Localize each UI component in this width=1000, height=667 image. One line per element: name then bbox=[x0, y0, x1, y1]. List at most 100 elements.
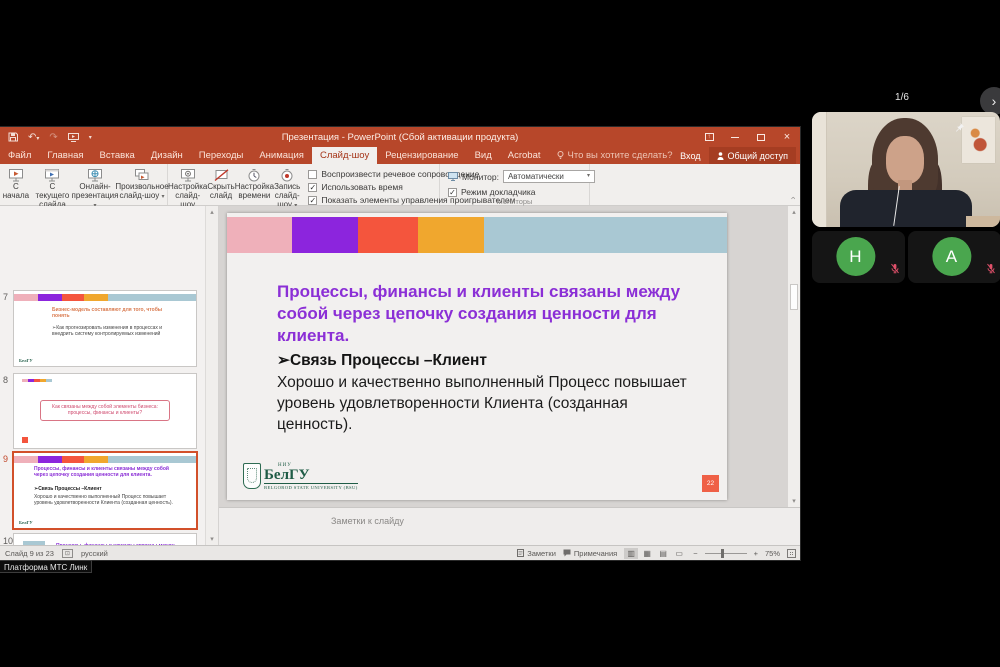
setup-slideshow-button[interactable]: Настройка слайд-шоу bbox=[168, 166, 207, 210]
language-indicator[interactable]: русский bbox=[81, 549, 108, 558]
belgu-logo: НИУ БелГУ BELGOROD STATE UNIVERSITY (BSU… bbox=[243, 463, 358, 490]
quick-access-toolbar: ↶▾ ↷ ▾ bbox=[0, 132, 92, 143]
speaker-video-tile[interactable] bbox=[812, 112, 1000, 227]
from-current-slide-button[interactable]: С текущего слайда bbox=[32, 166, 73, 210]
tab-design[interactable]: Дизайн bbox=[143, 147, 191, 164]
avatar: H bbox=[836, 237, 875, 276]
tab-home[interactable]: Главная bbox=[39, 147, 91, 164]
close-button[interactable]: × bbox=[774, 127, 800, 147]
slide-heading: ➢Связь Процессы –Клиент bbox=[277, 351, 697, 370]
ribbon-group-start-slideshow: С начала С текущего слайда Онлайн-презен… bbox=[0, 164, 168, 205]
ribbon-group-monitors: Монитор: Автоматически ▾ ✓ Режим докладч… bbox=[440, 164, 590, 205]
from-current-slide-icon bbox=[44, 167, 60, 183]
tab-insert[interactable]: Вставка bbox=[92, 147, 143, 164]
slide-color-bar bbox=[227, 217, 727, 253]
ribbon-display-options-button[interactable]: ↑ bbox=[696, 127, 722, 147]
zoom-slider-handle[interactable] bbox=[721, 549, 724, 558]
sign-in-button[interactable]: Вход bbox=[672, 147, 708, 164]
thumb-number: 9 bbox=[3, 454, 13, 464]
comments-button[interactable]: Примечания bbox=[563, 549, 617, 558]
thumb-number: 10 bbox=[3, 536, 13, 545]
slide-thumbnail-9-selected[interactable]: Процессы, финансы и клиенты связаны межд… bbox=[14, 453, 196, 528]
rehearse-timings-button[interactable]: Настройка времени bbox=[235, 166, 274, 201]
mini-color-bar bbox=[22, 379, 52, 382]
screen: ↶▾ ↷ ▾ Презентация - PowerPoint (Сбой ак… bbox=[0, 0, 1000, 667]
normal-view-button[interactable]: ▥ bbox=[624, 548, 638, 559]
next-videos-button[interactable]: › bbox=[980, 87, 1000, 115]
slide-thumbnail-panel: 7 Бизнес-модель составляют для того, что… bbox=[0, 206, 206, 545]
monitor-icon bbox=[448, 172, 458, 181]
custom-slideshow-button[interactable]: Произвольное слайд-шоу ▾ bbox=[117, 166, 167, 201]
start-slideshow-icon[interactable] bbox=[68, 133, 79, 142]
from-beginning-button[interactable]: С начала bbox=[0, 166, 32, 201]
thumbnail-scrollbar[interactable]: ▴ ▾ bbox=[206, 206, 219, 545]
ribbon-tabs: Файл Главная Вставка Дизайн Переходы Ани… bbox=[0, 147, 800, 164]
restore-button[interactable] bbox=[748, 127, 774, 147]
pin-icon[interactable] bbox=[954, 120, 965, 138]
hide-slide-icon bbox=[214, 167, 229, 183]
custom-slideshow-icon bbox=[134, 167, 150, 183]
checkbox-presenter-view[interactable]: ✓ Режим докладчика bbox=[448, 187, 595, 197]
slide-sorter-view-button[interactable]: ▦ bbox=[640, 548, 654, 559]
tab-slideshow[interactable]: Слайд-шоу bbox=[312, 147, 377, 164]
scrollbar-thumb[interactable] bbox=[790, 284, 798, 310]
record-slideshow-button[interactable]: Запись слайд-шоу ▾ bbox=[274, 166, 300, 210]
fit-to-window-button[interactable] bbox=[787, 549, 796, 558]
tab-acrobat[interactable]: Acrobat bbox=[500, 147, 549, 164]
tab-review[interactable]: Рецензирование bbox=[377, 147, 466, 164]
rehearse-timings-icon bbox=[247, 167, 261, 183]
minimize-button[interactable] bbox=[722, 127, 748, 147]
scroll-up-icon[interactable]: ▴ bbox=[206, 206, 218, 216]
ribbon: С начала С текущего слайда Онлайн-презен… bbox=[0, 164, 800, 206]
reading-view-button[interactable]: ▤ bbox=[656, 548, 670, 559]
qat-customize-icon[interactable]: ▾ bbox=[89, 134, 92, 141]
scroll-up-icon[interactable]: ▴ bbox=[788, 206, 800, 216]
slide-color-bar bbox=[14, 456, 196, 463]
tell-me-box[interactable]: Что вы хотите сделать? bbox=[549, 147, 681, 164]
tab-transitions[interactable]: Переходы bbox=[191, 147, 252, 164]
from-beginning-icon bbox=[8, 167, 24, 183]
redo-icon[interactable]: ↷ bbox=[49, 132, 57, 143]
tab-file[interactable]: Файл bbox=[0, 147, 39, 164]
share-button[interactable]: Общий доступ bbox=[709, 147, 796, 164]
collapse-ribbon-icon[interactable]: › bbox=[788, 197, 798, 200]
person-icon bbox=[717, 152, 724, 160]
notes-pane[interactable]: Заметки к слайду bbox=[219, 507, 800, 545]
slide-thumbnail-8[interactable]: Как связаны между собой элементы бизнеса… bbox=[14, 374, 196, 448]
zoom-level[interactable]: 75% bbox=[765, 549, 780, 558]
participant-tile[interactable]: A bbox=[908, 231, 1000, 283]
accessibility-icon[interactable]: ⊡ bbox=[62, 549, 73, 558]
video-page-indicator: 1/6 bbox=[872, 92, 932, 103]
status-bar: Слайд 9 из 23 ⊡ русский Заметки Примечан… bbox=[0, 545, 800, 560]
chevron-down-icon: ▾ bbox=[587, 174, 590, 179]
thumb-logo: БелГУ bbox=[19, 358, 33, 363]
tab-animations[interactable]: Анимация bbox=[251, 147, 312, 164]
scroll-down-icon[interactable]: ▾ bbox=[206, 535, 218, 543]
undo-icon[interactable]: ↶▾ bbox=[28, 132, 39, 143]
tab-view[interactable]: Вид bbox=[467, 147, 500, 164]
zoom-out-button[interactable]: − bbox=[693, 549, 697, 558]
editor-scrollbar[interactable]: ▴ ▾ bbox=[788, 206, 800, 507]
checkbox-box bbox=[308, 170, 317, 179]
current-slide: Процессы, финансы и клиенты связаны межд… bbox=[227, 213, 727, 500]
hide-slide-button[interactable]: Скрыть слайд bbox=[207, 166, 234, 201]
monitor-select[interactable]: Автоматически ▾ bbox=[503, 170, 595, 183]
online-presentation-icon bbox=[87, 167, 103, 183]
chevron-right-icon: › bbox=[992, 93, 997, 109]
slide-body-text: Хорошо и качественно выполненный Процесс… bbox=[277, 373, 697, 436]
zoom-slider[interactable] bbox=[705, 553, 747, 554]
zoom-in-button[interactable]: + bbox=[754, 549, 758, 558]
slide-thumbnail-7[interactable]: Бизнес-модель составляют для того, чтобы… bbox=[14, 291, 196, 366]
save-icon[interactable] bbox=[8, 132, 18, 142]
slide-thumbnail-10[interactable]: Процессы, финансы и клиенты связаны межд… bbox=[14, 534, 196, 545]
thumb-number: 7 bbox=[3, 292, 13, 302]
title-bar: ↶▾ ↷ ▾ Презентация - PowerPoint (Сбой ак… bbox=[0, 127, 800, 147]
avatar: A bbox=[932, 237, 971, 276]
slideshow-view-button[interactable]: ▭ bbox=[672, 548, 686, 559]
setup-slideshow-icon bbox=[180, 167, 196, 183]
scroll-down-icon[interactable]: ▾ bbox=[788, 497, 800, 505]
monitor-label: Монитор: bbox=[462, 172, 499, 182]
participant-tile[interactable]: H bbox=[812, 231, 905, 283]
online-presentation-button[interactable]: Онлайн-презентация ▾ bbox=[73, 166, 117, 210]
notes-toggle-button[interactable]: Заметки bbox=[517, 549, 556, 558]
